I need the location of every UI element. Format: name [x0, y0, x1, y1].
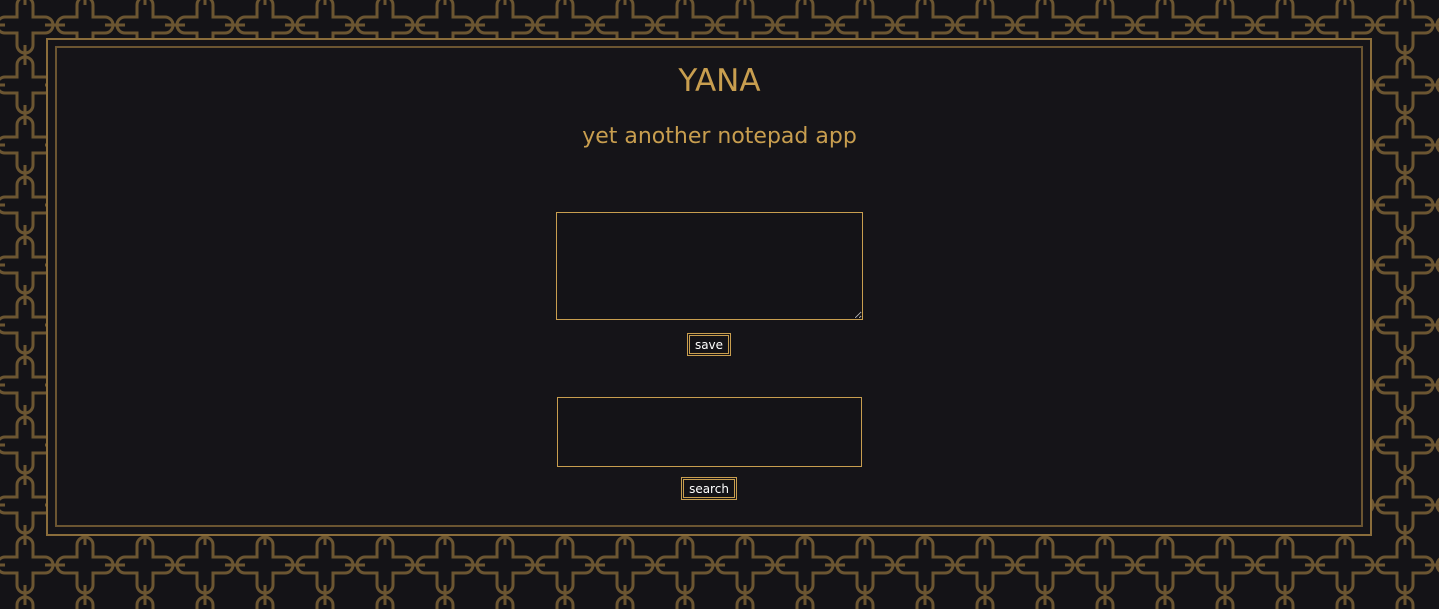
app-subtitle: yet another notepad app — [582, 124, 857, 149]
search-input[interactable] — [557, 397, 862, 467]
search-button[interactable]: search — [681, 477, 737, 500]
note-textarea[interactable] — [556, 212, 863, 320]
app-title: YANA — [678, 63, 761, 99]
save-button[interactable]: save — [687, 333, 731, 356]
